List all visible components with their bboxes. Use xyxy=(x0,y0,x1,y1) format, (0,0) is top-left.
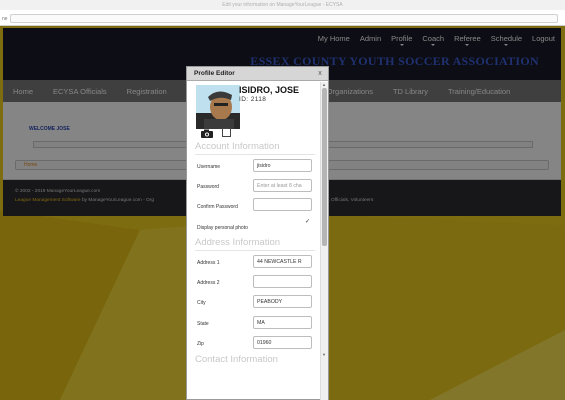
display-photo-label: Display personal photo xyxy=(197,225,248,231)
username-field[interactable]: jisidro xyxy=(253,159,312,172)
section-address-title: Address Information xyxy=(195,237,281,248)
address1-label: Address 1 xyxy=(197,260,220,266)
section-divider xyxy=(195,154,315,155)
section-contact-title: Contact Information xyxy=(195,354,278,365)
camera-icon[interactable] xyxy=(201,129,213,138)
address2-field[interactable] xyxy=(253,275,312,288)
browser-left-text: ne xyxy=(2,16,8,22)
dialog-header[interactable]: Profile Editor x xyxy=(187,67,328,81)
section-divider xyxy=(195,250,315,251)
profile-name: ISIDRO, JOSE xyxy=(239,85,300,95)
state-field[interactable]: MA xyxy=(253,316,312,329)
close-button[interactable]: x xyxy=(316,70,324,78)
browser-tab-title[interactable]: Edit your information on ManageYourLeagu… xyxy=(0,0,565,10)
username-label: Username xyxy=(197,164,221,170)
scrollbar-thumb[interactable] xyxy=(322,88,327,246)
profile-id: ID: 2118 xyxy=(239,96,267,103)
zip-label: Zip xyxy=(197,341,204,347)
scroll-down-arrow-icon[interactable]: ▼ xyxy=(322,352,326,357)
password-label: Password xyxy=(197,184,219,190)
browser-toolbar: Edit your information on ManageYourLeagu… xyxy=(0,0,565,26)
dialog-body: ISIDRO, JOSE ID: 2118 Account Informatio… xyxy=(187,82,320,400)
profile-photo xyxy=(196,85,240,129)
address-bar[interactable] xyxy=(10,14,558,23)
photo-checkbox[interactable] xyxy=(222,128,231,137)
address1-field[interactable]: 44 NEWCASTLE R xyxy=(253,255,312,268)
confirm-password-field[interactable] xyxy=(253,198,312,211)
profile-editor-dialog: Profile Editor x ISIDRO, JOSE ID: 2118 A… xyxy=(186,66,329,400)
confirm-password-label: Confirm Password xyxy=(197,204,238,210)
city-label: City xyxy=(197,300,206,306)
password-field[interactable]: Enter at least 8 cha xyxy=(253,179,312,192)
dialog-title: Profile Editor xyxy=(194,70,235,77)
section-account-title: Account Information xyxy=(195,141,280,152)
zip-field[interactable]: 01960 xyxy=(253,336,312,349)
display-photo-checkbox[interactable]: ✓ xyxy=(305,219,310,225)
dialog-scrollbar[interactable]: ▲ ▼ xyxy=(320,82,328,400)
state-label: State xyxy=(197,321,209,327)
city-field[interactable]: PEABODY xyxy=(253,295,312,308)
address2-label: Address 2 xyxy=(197,280,220,286)
scroll-up-arrow-icon[interactable]: ▲ xyxy=(322,82,326,87)
